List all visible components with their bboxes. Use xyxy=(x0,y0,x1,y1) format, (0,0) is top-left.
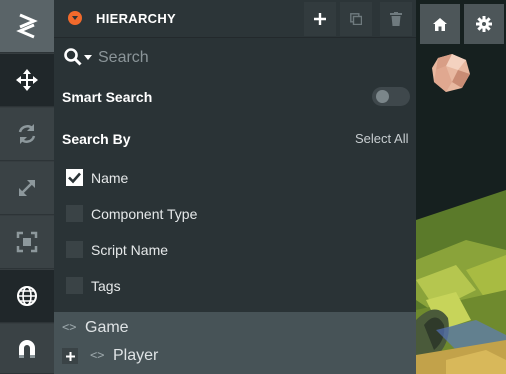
option-label: Tags xyxy=(91,278,121,294)
expand-button[interactable] xyxy=(62,348,78,364)
viewport-settings-button[interactable] xyxy=(464,4,504,44)
panel-title: HIERARCHY xyxy=(96,11,176,26)
search-icon[interactable] xyxy=(64,48,82,66)
option-label: Component Type xyxy=(91,206,198,222)
component-type-checkbox[interactable] xyxy=(66,205,83,222)
scene-viewport[interactable] xyxy=(416,0,506,374)
select-all-link[interactable]: Select All xyxy=(355,131,408,146)
search-bar xyxy=(54,40,416,76)
code-icon: <> xyxy=(90,348,105,362)
code-icon: <> xyxy=(62,320,77,334)
scale-diagonal-icon xyxy=(19,180,35,196)
scene-render xyxy=(416,0,506,374)
copy-icon xyxy=(350,13,362,25)
trash-icon xyxy=(390,12,402,26)
world-space-button[interactable] xyxy=(0,270,54,323)
search-option-name[interactable]: Name xyxy=(66,167,366,189)
option-label: Script Name xyxy=(91,242,169,258)
collapse-panel-icon[interactable] xyxy=(68,11,82,25)
tree-item-label: Game xyxy=(85,319,129,336)
checkmark-icon xyxy=(68,172,81,184)
rect-tool-button[interactable] xyxy=(0,216,54,269)
logo-chevron-icon xyxy=(16,13,38,39)
search-by-label: Search By xyxy=(62,131,131,147)
plus-icon xyxy=(65,351,75,361)
toggle-knob xyxy=(376,90,389,103)
search-option-component-type[interactable]: Component Type xyxy=(66,203,366,225)
search-option-script-name[interactable]: Script Name xyxy=(66,239,366,261)
duplicate-button[interactable] xyxy=(340,2,372,36)
option-label: Name xyxy=(91,170,129,186)
logo-button[interactable] xyxy=(0,0,54,53)
magnet-icon xyxy=(19,339,35,358)
rect-transform-icon xyxy=(16,231,38,253)
rotate-tool-button[interactable] xyxy=(0,108,54,161)
tool-sidebar xyxy=(0,0,54,374)
hierarchy-panel: HIERARCHY Smart Search Search By Select … xyxy=(54,0,416,374)
globe-icon xyxy=(17,286,37,306)
scale-tool-button[interactable] xyxy=(0,162,54,215)
tree-item-game[interactable]: <> Game xyxy=(54,314,416,342)
tags-checkbox[interactable] xyxy=(66,277,83,294)
search-mode-caret-icon[interactable] xyxy=(84,55,92,60)
tree-item-player[interactable]: <> Player xyxy=(54,342,416,370)
name-checkbox[interactable] xyxy=(66,169,83,186)
home-icon xyxy=(433,17,447,31)
move-tool-button[interactable] xyxy=(0,54,54,107)
search-option-tags[interactable]: Tags xyxy=(66,275,366,297)
home-view-button[interactable] xyxy=(420,4,460,44)
panel-header: HIERARCHY xyxy=(54,0,416,38)
smart-search-label: Smart Search xyxy=(62,89,153,105)
move-arrows-icon xyxy=(16,69,38,91)
hierarchy-tree: <> Game <> Player xyxy=(54,312,416,374)
tree-item-label: Player xyxy=(113,347,159,364)
snap-tool-button[interactable] xyxy=(0,324,54,374)
smart-search-toggle[interactable] xyxy=(372,87,410,106)
gear-icon xyxy=(476,16,492,32)
delete-button[interactable] xyxy=(380,2,412,36)
script-name-checkbox[interactable] xyxy=(66,241,83,258)
search-input[interactable] xyxy=(98,46,398,70)
add-object-button[interactable] xyxy=(304,2,336,36)
plus-icon xyxy=(314,13,326,25)
rotate-icon xyxy=(18,124,36,144)
